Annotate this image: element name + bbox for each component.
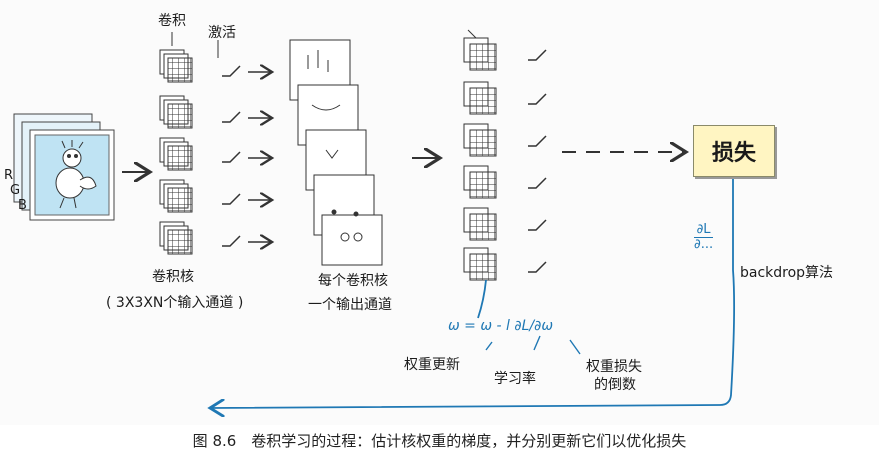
per-kernel-label: 每个卷积核: [318, 273, 388, 289]
figure-caption: 图 8.6 卷积学习的过程：估计核权重的梯度，并分别更新它们以优化损失: [192, 432, 687, 450]
gradient-fraction: ∂L ∂...: [694, 222, 714, 252]
feature-maps: [289, 39, 383, 266]
update-formula: ω = ω - l ∂L/∂ω: [448, 318, 554, 334]
activation-column-2: [528, 49, 547, 273]
kernels-label: 卷积核: [152, 269, 194, 285]
learning-rate-label: 学习率: [494, 371, 536, 387]
activation-column-1: [222, 66, 272, 246]
channel-g-label: G: [10, 183, 21, 198]
channel-r-label: R: [4, 168, 14, 183]
input-image-stack: [13, 113, 115, 221]
gradient-denominator: ∂...: [694, 237, 714, 252]
activation-label: 激活: [208, 25, 236, 41]
kernel-column-1: [159, 49, 193, 255]
loss-gradient-label-1: 权重损失: [586, 359, 642, 375]
weight-update-label: 权重更新: [404, 357, 460, 373]
gradient-numerator: ∂L: [696, 222, 711, 237]
output-channel-label: 一个输出通道: [308, 297, 392, 313]
channel-b-label: B: [18, 198, 27, 213]
kernels-sub-label: ( 3X3XN个输入通道 ): [106, 295, 244, 311]
conv-label: 卷积: [158, 13, 186, 29]
backprop-label: backdrop算法: [740, 265, 834, 281]
kernel-column-2: [463, 37, 497, 281]
kernel-to-formula-line: [477, 279, 487, 319]
loss-box: 损失: [693, 125, 775, 177]
loss-gradient-label-2: 的倒数: [594, 377, 636, 393]
